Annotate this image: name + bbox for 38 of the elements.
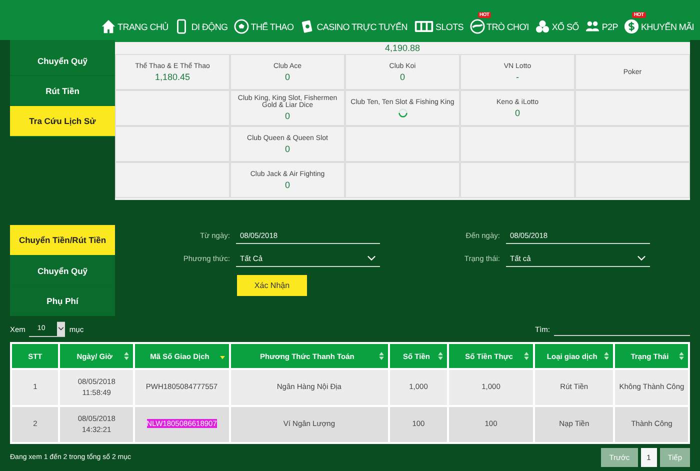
chevron-down-icon: [367, 255, 376, 261]
wallet-balance: -: [516, 72, 519, 82]
people-icon: [584, 19, 600, 34]
chevron-down-icon: [637, 255, 646, 261]
nav-link[interactable]: TRANG CHỦ: [100, 19, 168, 34]
lottery-balls-icon: [534, 19, 550, 34]
wallet-balance: 0: [284, 180, 290, 190]
confirm-button[interactable]: Xác Nhận: [237, 275, 307, 296]
home-icon: [100, 19, 116, 34]
nav-link[interactable]: XỔ SỐ: [534, 19, 579, 34]
nav-link[interactable]: THỂ THAO: [234, 19, 294, 34]
sort-icon: [679, 352, 684, 360]
sidebar-item[interactable]: Chuyển Tiền/Rút Tiền: [10, 225, 115, 256]
sort-icon: [438, 352, 444, 360]
total-balance: 4,190.88: [384, 42, 422, 54]
wallet-balance: 0: [284, 72, 290, 82]
wallet-balance: 0: [284, 144, 290, 154]
sort-icon: [604, 352, 610, 360]
soccer-ball-icon: [234, 19, 249, 34]
sidebar-item[interactable]: Phụ Phí: [10, 286, 115, 316]
sidebar-item[interactable]: Tra Cứu Lịch Sử: [10, 106, 115, 137]
dollar-coin-icon: [624, 19, 639, 34]
slot-machine-icon: [414, 19, 434, 34]
nav-link[interactable]: P2P: [584, 19, 618, 34]
wallet-balance: 0: [284, 111, 290, 121]
sort-icon: [524, 352, 529, 360]
wallet-balance: 0: [400, 72, 405, 82]
cards-icon: [300, 19, 315, 34]
wallet-balance: 0: [514, 108, 520, 118]
sort-icon: [378, 352, 384, 360]
sidebar-item[interactable]: Chuyển Quỹ: [10, 46, 115, 76]
nav-link[interactable]: DI ĐỘNG: [174, 19, 228, 34]
sort-icon: [124, 352, 129, 360]
wallet-balance: 1,180.45: [154, 72, 190, 82]
chevron-down-icon: [57, 320, 66, 336]
nav-link[interactable]: SLOTS: [414, 19, 464, 34]
sidebar-item[interactable]: Chuyển Quỹ: [10, 256, 115, 286]
nav-link[interactable]: CASINO TRỰC TUYẾN: [300, 19, 408, 34]
